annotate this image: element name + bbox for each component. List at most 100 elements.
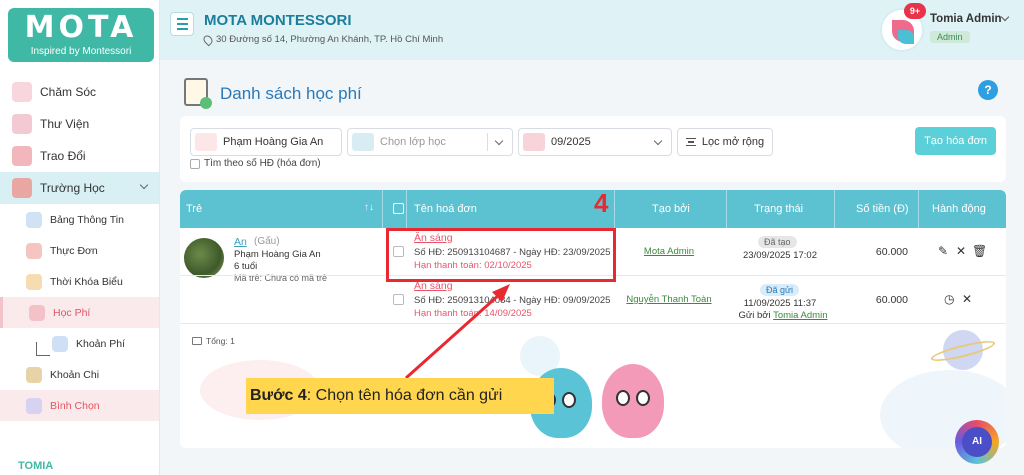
- close-icon[interactable]: ✕: [956, 244, 966, 258]
- sidebar-item-label: Thực Đơn: [50, 244, 98, 257]
- mascot-eye: [562, 392, 576, 408]
- month-select[interactable]: 09/2025: [518, 128, 672, 156]
- column-divider: [406, 190, 407, 228]
- logo-subtitle: Inspired by Montessori: [30, 46, 132, 57]
- menu-food-icon: [26, 242, 42, 259]
- column-divider: [382, 190, 383, 228]
- table-header: Trẻ ↑↓ Tên hoá đơn Tạo bởi Trạng thái Số…: [180, 190, 1006, 228]
- status-badge: Đã tạo: [758, 236, 797, 248]
- sidebar-item-label: Trường Học: [40, 181, 105, 195]
- sidebar-item-thuc-don[interactable]: Thực Đơn: [0, 235, 159, 266]
- highlight-box: [386, 228, 616, 282]
- filter-icon: [685, 138, 696, 146]
- select-all-checkbox[interactable]: [393, 203, 404, 214]
- mascot-eye: [636, 390, 650, 406]
- search-by-invoice-option[interactable]: Tìm theo số HĐ (hóa đơn): [190, 158, 321, 169]
- created-by-link[interactable]: Nguyễn Thanh Toàn: [594, 294, 744, 305]
- sent-by-link[interactable]: Tomia Admin: [773, 310, 827, 321]
- sidebar-item-hoc-phi[interactable]: Học Phí: [0, 297, 159, 328]
- column-header-status[interactable]: Trạng thái: [754, 190, 803, 228]
- help-button[interactable]: ?: [978, 80, 998, 100]
- status-time: 23/09/2025 17:02: [743, 250, 817, 261]
- sidebar-item-thoi-khoa-bieu[interactable]: Thời Khóa Biểu: [0, 266, 159, 297]
- school-address: 30 Đường số 14, Phường An Khánh, TP. Hồ …: [201, 33, 443, 46]
- page-title: Danh sách học phí: [220, 84, 362, 103]
- column-header-invoice[interactable]: Tên hoá đơn: [414, 190, 477, 228]
- row-checkbox[interactable]: [393, 294, 404, 305]
- mascot-eye: [616, 390, 630, 406]
- invoice-amount: 60.000: [875, 294, 908, 306]
- advanced-filter-button[interactable]: Lọc mở rộng: [677, 128, 773, 156]
- schedule-icon: [26, 273, 42, 290]
- menu-icon-bar: [176, 18, 188, 20]
- step-prefix: Bước 4: [250, 387, 307, 404]
- sent-by-prefix: Gửi bởi: [738, 310, 771, 321]
- step-number: 4: [594, 188, 609, 218]
- sidebar-item-bang-thong-tin[interactable]: Bảng Thông Tin: [0, 204, 159, 235]
- fee-icon: [52, 335, 68, 352]
- created-by-link[interactable]: Mota Admin: [594, 246, 744, 257]
- search-by-invoice-checkbox[interactable]: [190, 158, 200, 169]
- school-name: MOTA MONTESSORI: [204, 12, 352, 29]
- tuition-icon: [29, 304, 45, 321]
- sidebar-item-khoan-phi[interactable]: Khoản Phí: [0, 328, 159, 359]
- invoice-number: Số HĐ: 250913104084 - Ngày HĐ: 09/09/202…: [414, 295, 611, 306]
- student-search-value: Phạm Hoàng Gia An: [223, 136, 324, 148]
- month-select-value: 09/2025: [551, 136, 591, 148]
- column-header-actions: Hành động: [932, 203, 986, 215]
- sidebar-item-khoan-chi[interactable]: Khoản Chi: [0, 359, 159, 390]
- create-invoice-button[interactable]: Tạo hóa đơn: [915, 127, 996, 155]
- mascot-pink-illustration: [602, 364, 664, 438]
- invoice-due-date: Hạn thanh toán: 14/09/2025: [414, 308, 532, 319]
- chevron-down-icon[interactable]: [1000, 12, 1010, 22]
- search-icon: [195, 133, 217, 151]
- column-divider: [614, 190, 615, 228]
- classroom-icon: [352, 133, 374, 151]
- student-search-input[interactable]: Phạm Hoàng Gia An: [190, 128, 342, 156]
- logo-text: MOTA: [24, 10, 138, 45]
- column-header-tre[interactable]: Trẻ: [186, 190, 202, 228]
- sidebar-item-thu-vien[interactable]: Thư Viện: [0, 108, 159, 140]
- care-icon: [12, 82, 32, 102]
- brand-logo[interactable]: MOTA Inspired by Montessori: [8, 8, 154, 62]
- clock-icon[interactable]: ◷: [944, 292, 954, 306]
- hamburger-menu-button[interactable]: [170, 12, 194, 36]
- chevron-down-icon: [139, 180, 149, 190]
- column-header-amount[interactable]: Số tiền (Đ): [856, 190, 909, 228]
- total-label: Tổng: 1: [206, 336, 235, 346]
- sort-icon[interactable]: ↑↓: [364, 202, 374, 213]
- library-icon: [12, 114, 32, 134]
- sidebar-nav: Chăm Sóc Thư Viện Trao Đổi Trường Học Bả…: [0, 76, 159, 421]
- notification-badge[interactable]: 9+: [904, 3, 926, 19]
- class-select[interactable]: Chọn lớp học: [347, 128, 513, 156]
- select-divider: [487, 133, 488, 151]
- invoice-amount: 60.000: [875, 246, 908, 258]
- top-header: MOTA MONTESSORI 30 Đường số 14, Phường A…: [160, 0, 1024, 60]
- invoice-list-icon: [184, 78, 212, 109]
- table-row: Ăn sáng Số HĐ: 250913104084 - Ngày HĐ: 0…: [180, 276, 1006, 324]
- sidebar-item-label: Bình Chọn: [50, 399, 100, 412]
- edit-icon[interactable]: ✎: [938, 244, 948, 258]
- close-icon[interactable]: ✕: [962, 292, 972, 306]
- menu-icon-bar: [176, 23, 188, 25]
- sidebar: MOTA Inspired by Montessori Chăm Sóc Thư…: [0, 0, 160, 475]
- search-by-invoice-label: Tìm theo số HĐ (hóa đơn): [204, 158, 321, 169]
- total-count: Tổng: 1: [192, 336, 235, 346]
- ai-assistant-button[interactable]: AI: [955, 420, 999, 464]
- ai-label: AI: [962, 427, 992, 457]
- column-header-created-by[interactable]: Tạo bởi: [652, 190, 690, 228]
- user-name[interactable]: Tomia Admin: [930, 13, 1002, 25]
- chat-icon: [12, 146, 32, 166]
- chevron-down-icon: [494, 136, 504, 146]
- advanced-filter-label: Lọc mở rộng: [701, 136, 765, 148]
- tree-connector: [36, 342, 50, 356]
- sidebar-item-cham-soc[interactable]: Chăm Sóc: [0, 76, 159, 108]
- vote-icon: [26, 397, 42, 414]
- trash-icon[interactable]: 🗑: [972, 244, 987, 258]
- sidebar-item-binh-chon[interactable]: Bình Chọn: [0, 390, 159, 421]
- sidebar-item-trao-doi[interactable]: Trao Đổi: [0, 140, 159, 172]
- sidebar-item-truong-hoc[interactable]: Trường Học: [0, 172, 159, 204]
- sidebar-item-label: Khoản Chi: [50, 368, 100, 381]
- list-icon: [192, 337, 202, 345]
- expense-icon: [26, 366, 42, 383]
